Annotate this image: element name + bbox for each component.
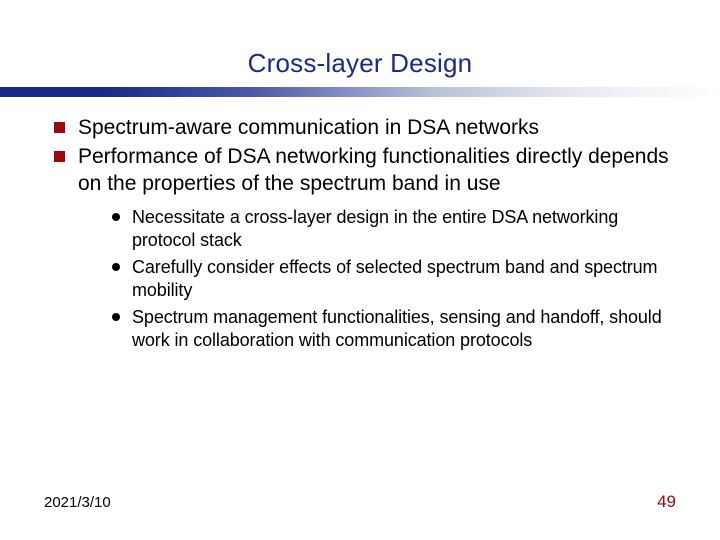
bullet-text: Performance of DSA networking functional… (78, 145, 669, 195)
page-number: 49 (657, 492, 676, 512)
title-rule (0, 87, 720, 97)
bullet-item: Spectrum-aware communication in DSA netw… (48, 115, 672, 142)
bullet-item: Performance of DSA networking functional… (48, 144, 672, 352)
footer: 2021/3/10 49 (44, 492, 676, 512)
slide-title: Cross-layer Design (44, 48, 676, 79)
sub-bullet-item: Necessitate a cross-layer design in the … (112, 206, 672, 252)
sub-bullet-text: Spectrum management functionalities, sen… (132, 307, 662, 350)
sub-bullet-text: Carefully consider effects of selected s… (132, 257, 657, 300)
sub-bullet-text: Necessitate a cross-layer design in the … (132, 207, 618, 250)
title-area: Cross-layer Design (44, 48, 676, 79)
sub-bullet-item: Carefully consider effects of selected s… (112, 256, 672, 302)
bullet-list: Spectrum-aware communication in DSA netw… (48, 115, 672, 352)
sub-bullet-item: Spectrum management functionalities, sen… (112, 306, 672, 352)
footer-date: 2021/3/10 (44, 494, 111, 511)
content-area: Spectrum-aware communication in DSA netw… (44, 115, 676, 352)
sub-bullet-list: Necessitate a cross-layer design in the … (112, 206, 672, 352)
bullet-text: Spectrum-aware communication in DSA netw… (78, 116, 539, 139)
slide: Cross-layer Design Spectrum-aware commun… (0, 0, 720, 540)
